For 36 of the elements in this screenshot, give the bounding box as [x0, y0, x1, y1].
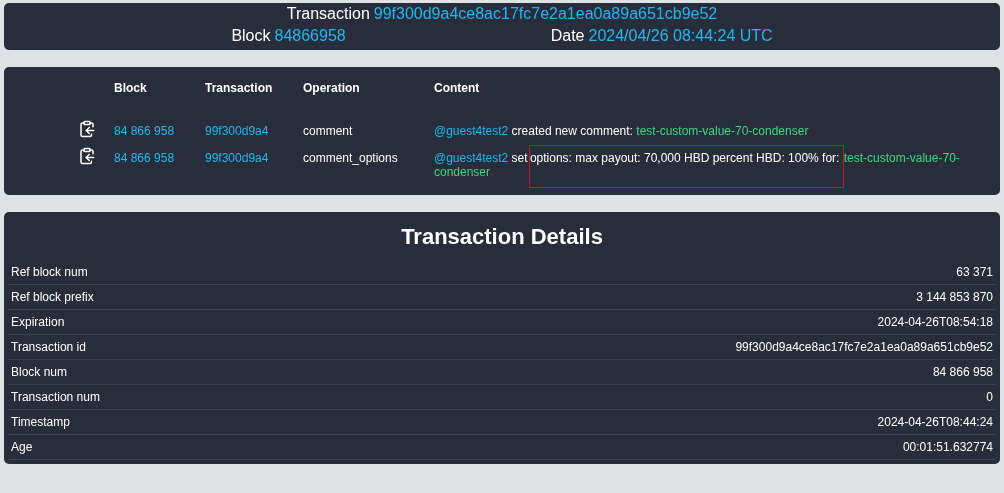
clipboard-icon[interactable]	[78, 146, 96, 166]
block-number: 84866958	[274, 27, 346, 45]
block-link[interactable]: 84 866 958	[114, 121, 205, 148]
detail-value: 2024-04-26T08:54:18	[877, 315, 993, 329]
detail-value: 2024-04-26T08:44:24	[877, 415, 993, 429]
detail-value: 0	[986, 390, 993, 404]
detail-value: 84 866 958	[932, 365, 993, 379]
header-label: Transaction	[286, 5, 370, 23]
header-label: Block	[231, 27, 271, 45]
transaction-link[interactable]: 99f300d9a4	[205, 148, 303, 189]
column-header: Operation	[303, 81, 361, 97]
operation-cell-text: comment	[303, 123, 354, 140]
detail-value: 63 371	[956, 265, 993, 279]
detail-label: Expiration	[11, 315, 65, 329]
detail-label: Age	[11, 440, 33, 454]
detail-value: 99f300d9a4ce8ac17fc7e2a1ea0a89a651cb9e52	[735, 340, 993, 354]
block-link[interactable]: 84 866 958	[114, 148, 205, 189]
detail-label: Ref block prefix	[11, 290, 94, 304]
clipboard-icon[interactable]	[78, 119, 96, 139]
details-title: Transaction Details	[400, 223, 604, 251]
operation-content: @guest4test2 created new comment: test-custom-value-70-condenser	[434, 123, 810, 140]
transaction-hash: 99f300d9a4ce8ac17fc7e2a1ea0a89a651cb9e52	[373, 5, 718, 23]
column-header: Content	[434, 81, 481, 97]
detail-label: Timestamp	[11, 415, 70, 429]
date-value: 2024/04/26 08:44:24 UTC	[588, 27, 773, 45]
detail-value: 3 144 853 870	[916, 290, 993, 304]
column-header: Block	[114, 81, 148, 97]
detail-label: Transaction id	[11, 340, 86, 354]
column-header: Transaction	[205, 81, 274, 97]
detail-label: Transaction num	[11, 390, 100, 404]
header-label: Date	[550, 27, 585, 45]
detail-label: Ref block num	[11, 265, 88, 279]
detail-label: Block num	[11, 365, 68, 379]
transaction-link[interactable]: 99f300d9a4	[205, 121, 303, 148]
operation-cell-text: comment_options	[303, 150, 399, 167]
detail-value: 00:01:51.632774	[902, 440, 993, 454]
